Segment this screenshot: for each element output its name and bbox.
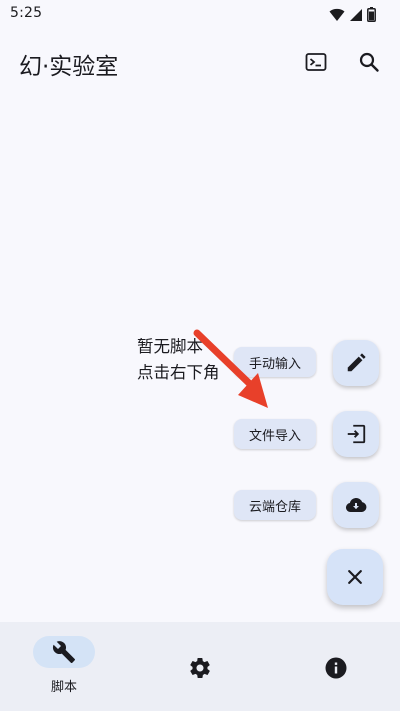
pencil-icon bbox=[347, 353, 366, 372]
wrench-icon bbox=[52, 641, 75, 663]
cloud-repo-chip[interactable]: 云端仓库 bbox=[234, 490, 316, 520]
battery-icon bbox=[367, 7, 376, 22]
bottom-navigation: 脚本 bbox=[0, 622, 400, 711]
empty-state-text: 暂无脚本 点击右下角 bbox=[137, 334, 220, 386]
status-time: 5:25 bbox=[10, 5, 43, 21]
import-icon bbox=[347, 424, 366, 444]
terminal-button[interactable] bbox=[298, 44, 334, 80]
file-import-button[interactable] bbox=[333, 411, 379, 457]
cloud-repo-button[interactable] bbox=[333, 482, 379, 528]
wifi-icon bbox=[329, 8, 345, 21]
status-bar: 5:25 bbox=[0, 0, 400, 30]
signal-icon bbox=[350, 8, 362, 21]
terminal-icon bbox=[305, 53, 327, 71]
empty-state-line-2: 点击右下角 bbox=[137, 363, 220, 382]
manual-input-label: 手动输入 bbox=[248, 356, 301, 372]
search-icon bbox=[359, 52, 379, 72]
cloud-repo-label: 云端仓库 bbox=[248, 499, 301, 515]
close-icon bbox=[348, 570, 362, 584]
status-icons bbox=[329, 7, 376, 22]
empty-state-line-1: 暂无脚本 bbox=[137, 337, 203, 356]
nav-item-settings[interactable] bbox=[133, 622, 266, 711]
gear-icon bbox=[190, 658, 210, 678]
manual-input-chip[interactable]: 手动输入 bbox=[234, 347, 316, 377]
search-button[interactable] bbox=[351, 44, 387, 80]
file-import-label: 文件导入 bbox=[248, 428, 301, 444]
cloud-download-icon bbox=[345, 497, 367, 513]
info-icon bbox=[325, 657, 347, 679]
app-title: 幻·实验室 bbox=[19, 54, 119, 80]
file-import-chip[interactable]: 文件导入 bbox=[234, 419, 316, 449]
nav-active-indicator bbox=[33, 636, 95, 668]
nav-item-about[interactable] bbox=[267, 622, 400, 711]
manual-input-button[interactable] bbox=[333, 340, 379, 386]
nav-item-scripts[interactable]: 脚本 bbox=[0, 622, 133, 711]
top-app-bar: 幻·实验室 bbox=[0, 30, 400, 94]
app-screen: 5:25 幻·实验室 暂无脚本 点击右下角 手动输入 文件导入 云端仓库 脚本 bbox=[0, 0, 400, 711]
nav-label-scripts: 脚本 bbox=[50, 680, 77, 695]
close-fab-button[interactable] bbox=[327, 549, 383, 605]
